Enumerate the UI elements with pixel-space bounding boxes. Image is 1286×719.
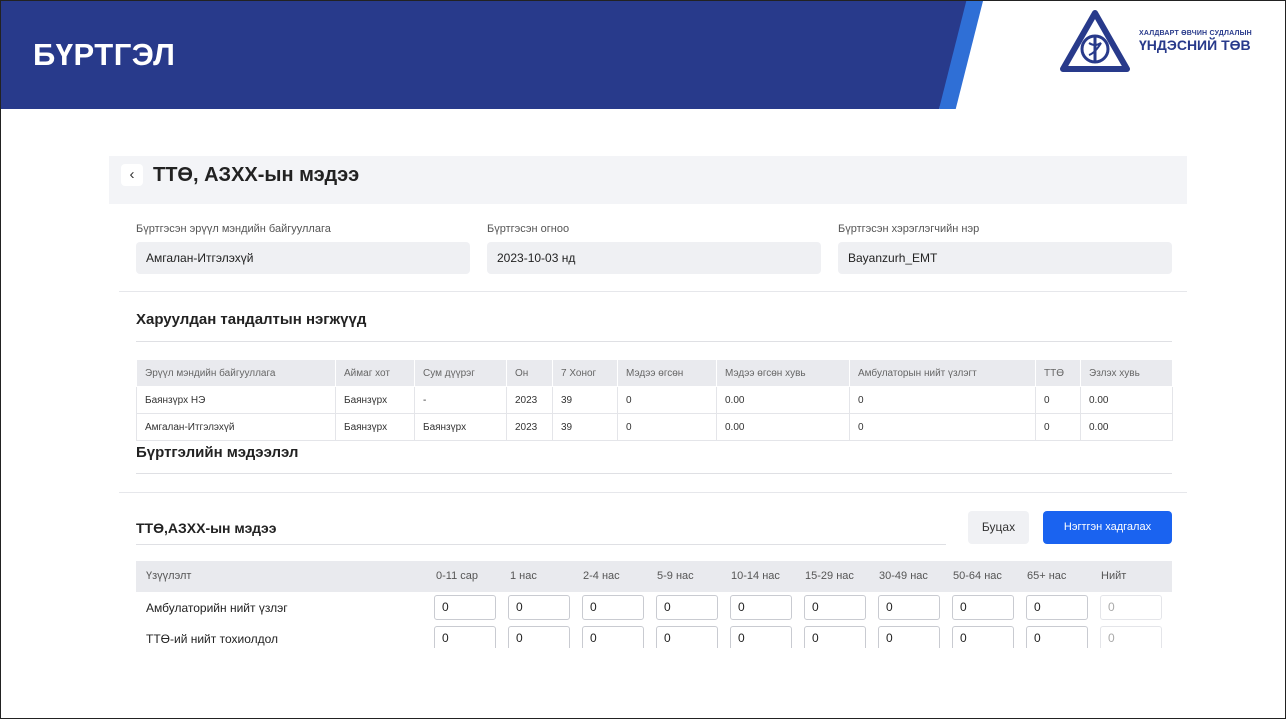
table-header-row: Эрүүл мэндийн байгууллага Аймаг хот Сум …	[136, 359, 1173, 387]
count-input[interactable]: 0	[804, 595, 866, 620]
table-cell: 0.00	[716, 386, 850, 414]
section-underline	[136, 473, 1172, 474]
row-label: ТТӨ-ий нийт тохиолдол	[146, 632, 279, 646]
count-input[interactable]: 0	[804, 626, 866, 648]
logo-line-2: ҮНДЭСНИЙ ТӨВ	[1139, 37, 1251, 54]
org-field: Амгалан-Итгэлэхүй	[136, 242, 470, 274]
table-header: Амбулаторын нийт үзлэгт	[849, 359, 1036, 387]
chevron-left-icon: ‹	[129, 166, 135, 183]
grid-header: 1 нас	[510, 570, 537, 582]
count-input[interactable]: 0	[1026, 626, 1088, 648]
slide-title: БҮРТГЭЛ	[33, 37, 176, 72]
table-cell: 39	[552, 386, 618, 414]
age-group-grid: Үзүүлэлт 0-11 сар 1 нас 2-4 нас 5-9 нас …	[136, 561, 1172, 648]
table-cell: 2023	[506, 386, 553, 414]
table-cell: 0	[849, 386, 1036, 414]
table-header: ТТӨ	[1035, 359, 1081, 387]
table-row: Амгалан-Итгэлэхүй Баянзүрх Баянзүрх 2023…	[136, 413, 1173, 441]
app-topbar: ‹ ТТӨ, АЗХХ-ын мэдээ	[109, 156, 1187, 204]
report-section-title: ТТӨ,АЗХХ-ын мэдээ	[136, 520, 277, 536]
row-label: Амбулаторийн нийт үзлэг	[146, 601, 288, 615]
table-cell: 0.00	[1080, 386, 1173, 414]
grid-header-row: Үзүүлэлт 0-11 сар 1 нас 2-4 нас 5-9 нас …	[136, 561, 1172, 592]
section-underline	[136, 544, 946, 545]
count-input[interactable]: 0	[1026, 595, 1088, 620]
table-cell: 0	[1035, 413, 1081, 441]
grid-header: 2-4 нас	[583, 570, 620, 582]
count-input[interactable]: 0	[582, 595, 644, 620]
table-cell: Амгалан-Итгэлэхүй	[136, 413, 336, 441]
grid-header: Нийт	[1101, 570, 1127, 582]
table-header: 7 Хоног	[552, 359, 618, 387]
triangle-emblem-icon	[1060, 10, 1130, 72]
table-header: Сум дүүрэг	[414, 359, 507, 387]
table-cell: 39	[552, 413, 618, 441]
total-field: 0	[1100, 626, 1162, 648]
app-screenshot: ‹ ТТӨ, АЗХХ-ын мэдээ Бүртгэсэн эрүүл мэн…	[109, 156, 1187, 648]
user-label: Бүртгэсэн хэрэглэгчийн нэр	[838, 223, 980, 235]
user-field: Bayanzurh_EMT	[838, 242, 1172, 274]
count-input[interactable]: 0	[656, 626, 718, 648]
table-header: Эзлэх хувь	[1080, 359, 1173, 387]
grid-row-ambulatory: Амбулаторийн нийт үзлэг 0 0 0 0 0 0 0 0 …	[136, 592, 1172, 623]
back-button[interactable]: ‹	[121, 164, 143, 186]
divider	[119, 291, 1187, 292]
grid-header: Үзүүлэлт	[146, 570, 192, 582]
table-cell: 0	[1035, 386, 1081, 414]
count-input[interactable]: 0	[434, 626, 496, 648]
count-input[interactable]: 0	[508, 595, 570, 620]
count-input[interactable]: 0	[878, 595, 940, 620]
slide: БҮРТГЭЛ ХАЛДВАРТ ӨВЧИН СУДЛАЛЫН ҮНДЭСНИЙ…	[0, 0, 1286, 719]
table-cell: Баянзүрх	[335, 386, 415, 414]
table-header: Эрүүл мэндийн байгууллага	[136, 359, 336, 387]
table-header: Он	[506, 359, 553, 387]
sentinel-table: Эрүүл мэндийн байгууллага Аймаг хот Сум …	[136, 359, 1173, 441]
count-input[interactable]: 0	[878, 626, 940, 648]
count-input[interactable]: 0	[508, 626, 570, 648]
table-cell: 2023	[506, 413, 553, 441]
grid-header: 50-64 нас	[953, 570, 1002, 582]
total-field: 0	[1100, 595, 1162, 620]
date-label: Бүртгэсэн огноо	[487, 223, 570, 235]
count-input[interactable]: 0	[730, 595, 792, 620]
table-cell: Баянзүрх	[414, 413, 507, 441]
grid-header: 65+ нас	[1027, 570, 1067, 582]
grid-row-ili: ТТӨ-ий нийт тохиолдол 0 0 0 0 0 0 0 0 0 …	[136, 623, 1172, 648]
table-cell: 0	[617, 413, 717, 441]
table-cell: 0	[849, 413, 1036, 441]
table-cell: Баянзүрх	[335, 413, 415, 441]
count-input[interactable]: 0	[656, 595, 718, 620]
registration-section-title: Бүртгэлийн мэдээлэл	[136, 444, 299, 461]
page-title: ТТӨ, АЗХХ-ын мэдээ	[153, 164, 360, 186]
grid-header: 30-49 нас	[879, 570, 928, 582]
count-input[interactable]: 0	[434, 595, 496, 620]
count-input[interactable]: 0	[730, 626, 792, 648]
date-field: 2023-10-03 нд	[487, 242, 821, 274]
cancel-button[interactable]: Буцах	[968, 511, 1029, 544]
sentinel-section-title: Харуулдан тандалтын нэгжүүд	[136, 311, 367, 328]
count-input[interactable]: 0	[952, 595, 1014, 620]
table-header: Мэдээ өгсөн	[617, 359, 717, 387]
table-cell: -	[414, 386, 507, 414]
table-row: Баянзүрх НЭ Баянзүрх - 2023 39 0 0.00 0 …	[136, 386, 1173, 414]
save-button[interactable]: Нэгтгэн хадгалах	[1043, 511, 1172, 544]
grid-header: 0-11 сар	[436, 570, 478, 582]
count-input[interactable]: 0	[582, 626, 644, 648]
table-cell: 0.00	[1080, 413, 1173, 441]
section-underline	[136, 341, 1172, 342]
table-header: Аймаг хот	[335, 359, 415, 387]
table-cell: 0	[617, 386, 717, 414]
grid-header: 15-29 нас	[805, 570, 854, 582]
table-cell: 0.00	[716, 413, 850, 441]
grid-header: 10-14 нас	[731, 570, 780, 582]
table-cell: Баянзүрх НЭ	[136, 386, 336, 414]
organization-logo: ХАЛДВАРТ ӨВЧИН СУДЛАЛЫН ҮНДЭСНИЙ ТӨВ	[1059, 9, 1252, 75]
table-header: Мэдээ өгсөн хувь	[716, 359, 850, 387]
divider	[119, 492, 1187, 493]
count-input[interactable]: 0	[952, 626, 1014, 648]
org-label: Бүртгэсэн эрүүл мэндийн байгууллага	[136, 223, 331, 235]
grid-header: 5-9 нас	[657, 570, 694, 582]
